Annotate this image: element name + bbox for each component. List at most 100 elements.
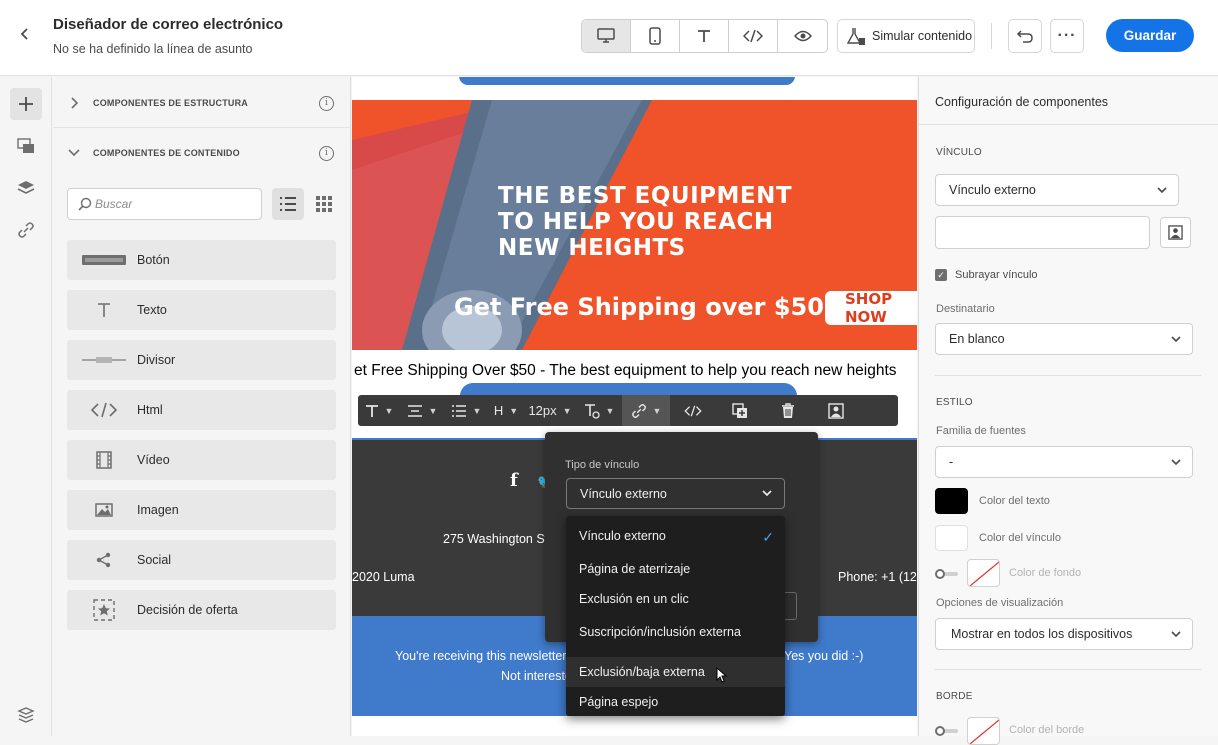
layers-icon (17, 181, 35, 194)
page-title: Diseñador de correo electrónico (53, 16, 284, 33)
unsubscribe-text[interactable]: Not intereste (501, 669, 572, 683)
settings-title: Configuración de componentes (935, 95, 1109, 109)
menu-item-external-link[interactable]: Vínculo externo ✓ (566, 521, 785, 551)
hero-banner-image[interactable]: THE BEST EQUIPMENT TO HELP YOU REACH NEW… (352, 100, 917, 350)
underline-link-checkbox[interactable]: ✓ Subrayar vínculo (935, 269, 1038, 281)
shop-now-button[interactable]: SHOP NOW (825, 290, 917, 326)
menu-item-landing-page[interactable]: Página de aterrizaje (566, 554, 785, 584)
layers-button[interactable] (10, 172, 42, 204)
align-button[interactable]: ▼ (400, 395, 444, 426)
link-type-value: Vínculo externo (580, 486, 667, 501)
link-color-swatch[interactable] (935, 525, 968, 551)
menu-item-label: Vínculo externo (579, 529, 666, 543)
section-divider (935, 669, 1201, 670)
chevron-down-icon: ▼ (428, 405, 438, 416)
save-button[interactable]: Guardar (1106, 19, 1194, 52)
component-button[interactable]: Botón (67, 240, 336, 280)
list-icon (280, 197, 296, 211)
component-image[interactable]: Imagen (67, 490, 336, 530)
text-style-button[interactable]: ▼ (358, 395, 400, 426)
toggle-track (944, 729, 958, 733)
desktop-view-button[interactable] (582, 20, 631, 52)
font-family-dropdown[interactable]: - (935, 446, 1193, 478)
link-button[interactable]: ▼ (622, 395, 670, 426)
structure-components-section[interactable]: COMPONENTES DE ESTRUCTURA i (53, 78, 351, 128)
settings-rail-button[interactable] (10, 699, 42, 731)
target-dropdown[interactable]: En blanco (935, 323, 1193, 355)
link-type-select[interactable]: Vínculo externo (566, 478, 785, 509)
link-url-input[interactable] (935, 216, 1150, 249)
delete-button[interactable] (764, 395, 812, 426)
back-button[interactable] (14, 24, 36, 46)
link-type-dropdown[interactable]: Vínculo externo (935, 174, 1179, 206)
component-label: Divisor (137, 353, 176, 367)
component-offer-decision[interactable]: Decisión de oferta (67, 590, 336, 630)
content-components-section[interactable]: COMPONENTES DE CONTENIDO i (53, 128, 351, 178)
chevron-down-icon (68, 149, 80, 157)
components-panel: COMPONENTES DE ESTRUCTURA i COMPONENTES … (53, 77, 351, 736)
menu-item-external-optout[interactable]: Exclusión/baja externa (566, 657, 785, 687)
search-input[interactable]: Buscar (67, 188, 262, 220)
add-components-button[interactable] (10, 88, 42, 120)
background-color-swatch[interactable] (967, 559, 1000, 587)
subject-line-status[interactable]: No se ha definido la línea de asunto (53, 42, 252, 56)
border-color-swatch[interactable] (967, 717, 1000, 745)
text-view-button[interactable] (680, 20, 729, 52)
component-text[interactable]: Texto (67, 290, 336, 330)
menu-item-external-optin[interactable]: Suscripción/inclusión externa (566, 617, 785, 647)
font-family-value: - (949, 455, 954, 469)
header-divider (991, 23, 992, 49)
links-button[interactable] (10, 214, 42, 246)
list-button[interactable]: ▼ (444, 395, 488, 426)
duplicate-button[interactable] (716, 395, 764, 426)
info-icon[interactable]: i (319, 95, 334, 111)
toggle-knob (935, 569, 945, 579)
border-toggle[interactable] (935, 726, 958, 736)
preview-button[interactable] (778, 20, 827, 52)
heading-button[interactable]: H ▼ (488, 395, 524, 426)
source-code-button[interactable] (670, 395, 716, 426)
menu-item-one-click-optout[interactable]: Exclusión en un clic (566, 584, 785, 614)
info-icon[interactable]: i (319, 145, 334, 161)
layers-settings-icon (17, 707, 35, 723)
chevron-down-icon: ▼ (509, 405, 519, 416)
banner-shipping-text: Get Free Shipping over $50 (454, 293, 824, 321)
undo-button[interactable] (1008, 19, 1042, 53)
preheader-text[interactable]: et Free Shipping Over $50 - The best equ… (352, 362, 917, 380)
text-format-toolbar: ▼ ▼ ▼ H ▼ 12px ▼ ▼ ▼ (358, 395, 898, 426)
offer-decision-icon (81, 590, 127, 630)
personalization-button[interactable] (812, 395, 860, 426)
text-icon (81, 290, 127, 330)
duplicate-icon (732, 402, 747, 418)
text-color-swatch[interactable] (935, 488, 968, 514)
code-view-button[interactable] (729, 20, 778, 52)
grid-view-button[interactable] (308, 188, 340, 220)
link-type-menu: Vínculo externo ✓ Página de aterrizaje E… (566, 516, 785, 716)
text-color-button[interactable]: ▼ (576, 395, 622, 426)
font-size-button[interactable]: 12px ▼ (524, 395, 576, 426)
mobile-view-button[interactable] (631, 20, 680, 52)
banner-line: TO HELP YOU REACH (498, 209, 774, 235)
banner-line: THE BEST EQUIPMENT (498, 183, 793, 209)
component-html[interactable]: Html (67, 390, 336, 430)
more-options-button[interactable]: ··· (1050, 19, 1084, 53)
facebook-icon[interactable]: f (510, 470, 518, 491)
list-view-button[interactable] (272, 188, 304, 220)
fragments-button[interactable] (10, 130, 42, 162)
link-picker-button[interactable] (1160, 217, 1191, 248)
menu-item-mirror-page[interactable]: Página espejo (566, 687, 785, 717)
more-icon: ··· (1057, 27, 1077, 44)
display-options-dropdown[interactable]: Mostrar en todos los dispositivos (935, 618, 1193, 650)
share-icon (81, 540, 127, 580)
display-options-value: Mostrar en todos los dispositivos (951, 627, 1133, 641)
background-color-toggle[interactable] (935, 569, 958, 579)
heading-label: H (493, 403, 504, 418)
code-icon (743, 29, 763, 43)
mouse-cursor-icon (716, 667, 728, 683)
component-social[interactable]: Social (67, 540, 336, 580)
simulate-content-button[interactable]: Simular contenido (837, 19, 975, 53)
component-divider[interactable]: Divisor (67, 340, 336, 380)
component-video[interactable]: Vídeo (67, 440, 336, 480)
no-color-icon (969, 719, 999, 744)
top-button-block[interactable] (459, 77, 795, 85)
